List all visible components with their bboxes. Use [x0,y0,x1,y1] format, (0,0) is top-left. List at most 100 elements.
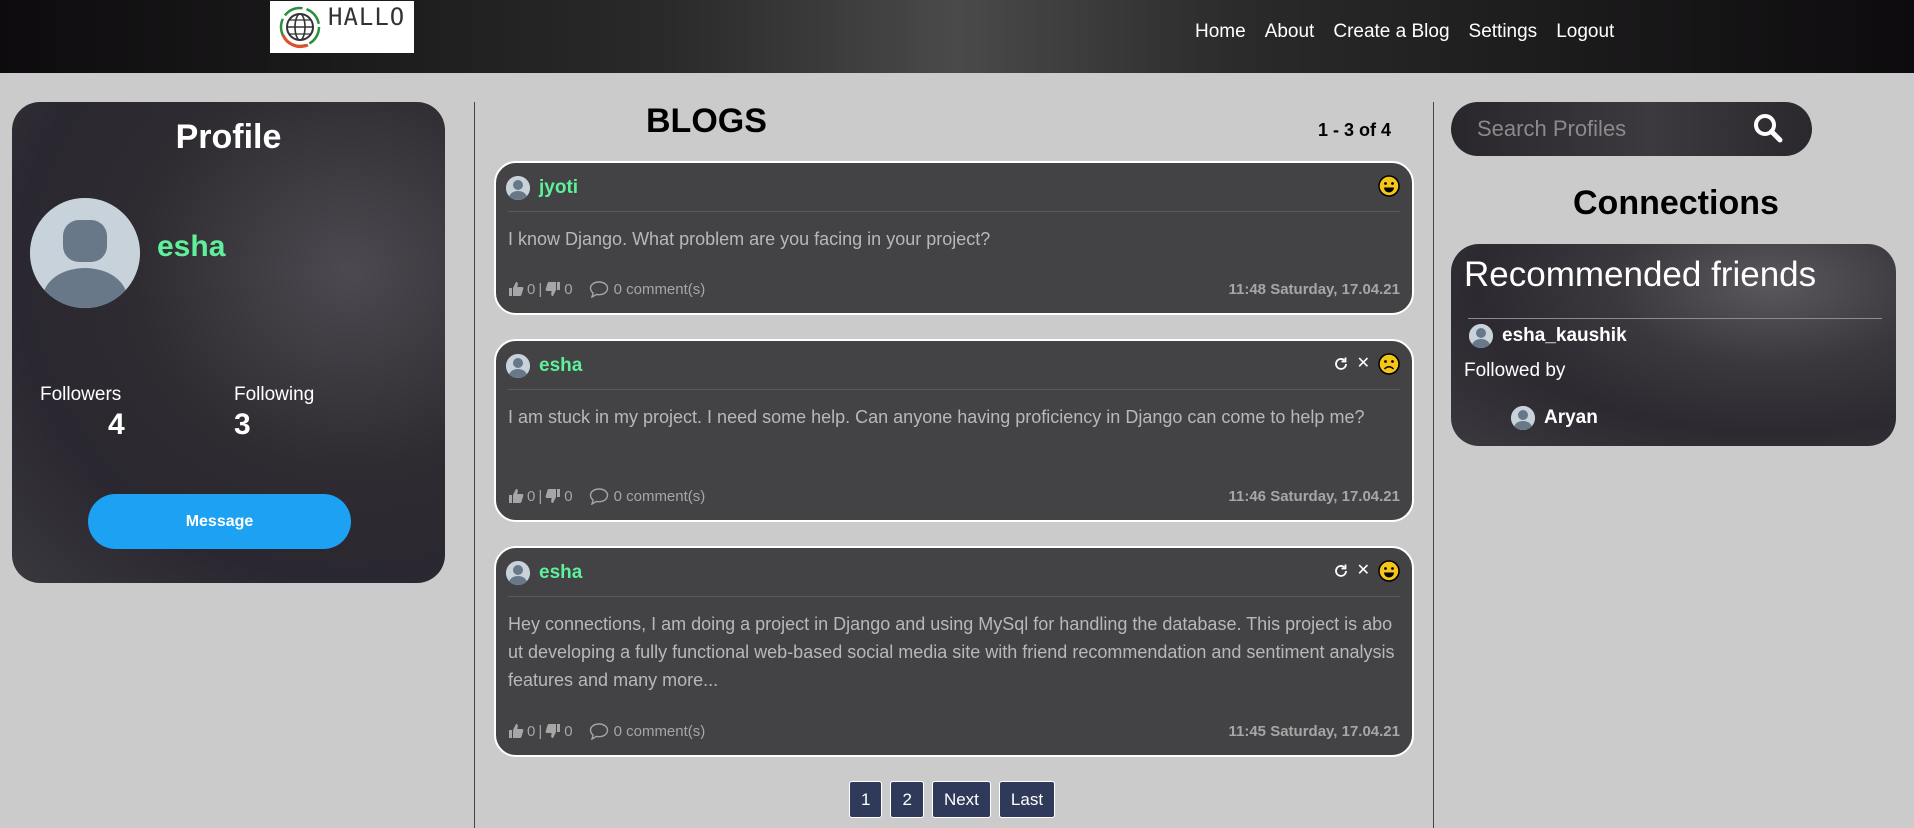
like-count: 0 [527,280,536,298]
like-separator: | [538,487,543,505]
happy-face-icon [1378,560,1400,582]
nav-create-blog-link[interactable]: Create a Blog [1333,21,1449,43]
edit-refresh-icon[interactable] [1333,563,1349,579]
blog-content: I am stuck in my project. I need some he… [508,407,1365,427]
followers-count[interactable]: 4 [108,408,125,442]
blog-actions [1378,175,1400,197]
comments-link[interactable]: 0 comment(s) [589,487,706,505]
blog-footer: 0 | 0 0 comment(s) 11:46 Saturday, 17.04… [508,486,1400,506]
followed-by-user[interactable]: Aryan [1511,406,1598,430]
comment-bubble-icon [589,487,608,505]
blog-timestamp: 11:46 Saturday, 17.04.21 [1228,487,1400,505]
nav-settings-link[interactable]: Settings [1469,21,1538,43]
nav-about-link[interactable]: About [1265,21,1315,43]
recommended-friends-card: Recommended friends esha_kaushik Followe… [1451,244,1896,446]
profile-card: Profile esha Followers 4 Following 3 Mes… [12,102,445,583]
recommended-user-name[interactable]: esha_kaushik [1502,325,1627,347]
blog-post-card: jyoti I know Django. What problem are yo… [494,161,1414,315]
blogs-title: BLOGS [646,102,767,140]
thumbs-up-icon[interactable] [508,281,524,297]
blog-footer: 0 | 0 0 comment(s) 11:45 Saturday, 17.04… [508,721,1400,741]
like-separator: | [538,722,543,740]
like-separator: | [538,280,543,298]
recommended-friends-title: Recommended friends [1464,255,1817,294]
comments-link[interactable]: 0 comment(s) [589,280,706,298]
edit-refresh-icon[interactable] [1333,356,1349,372]
like-count: 0 [527,722,536,740]
following-count[interactable]: 3 [234,408,251,442]
profile-username[interactable]: esha [157,230,225,264]
search-profiles-input[interactable] [1477,114,1737,144]
profile-avatar[interactable] [30,198,140,308]
following-label[interactable]: Following [234,384,314,406]
comment-count: 0 comment(s) [613,487,706,505]
globe-logo-icon [279,6,321,49]
left-divider [474,102,475,828]
follower-name[interactable]: Aryan [1544,407,1598,429]
blog-post-card: esha ✕ Hey connections, I am doing a pro… [494,546,1414,757]
connections-title: Connections [1573,184,1779,222]
profile-title: Profile [175,118,282,156]
blog-divider [508,596,1400,597]
dislike-count: 0 [564,280,573,298]
nav-logout-link[interactable]: Logout [1556,21,1614,43]
thumbs-down-icon[interactable] [545,281,561,297]
site-logo[interactable]: HALLO [270,1,414,53]
blog-post-header: esha [506,353,582,379]
delete-icon[interactable]: ✕ [1357,356,1370,372]
page-1-button[interactable]: 1 [849,781,883,818]
delete-icon[interactable]: ✕ [1357,563,1370,579]
pagination: 1 2 Next Last [849,781,1056,818]
blog-range-count: 1 - 3 of 4 [1318,120,1392,140]
blog-post-header: jyoti [506,175,578,201]
blog-actions: ✕ [1333,560,1400,582]
user-avatar-icon [30,198,140,308]
dislike-count: 0 [564,722,573,740]
recommended-user[interactable]: esha_kaushik [1469,324,1627,348]
blog-author-name[interactable]: jyoti [539,177,578,199]
comment-bubble-icon [589,280,608,298]
search-icon[interactable] [1752,112,1784,144]
comments-link[interactable]: 0 comment(s) [589,722,706,740]
blog-author-name[interactable]: esha [539,562,582,584]
nav-home-link[interactable]: Home [1195,21,1246,43]
blog-divider [508,211,1400,212]
followers-label[interactable]: Followers [40,384,121,406]
logo-text: HALLO [328,3,406,31]
blog-author-name[interactable]: esha [539,355,582,377]
comment-bubble-icon [589,722,608,740]
blog-footer: 0 | 0 0 comment(s) 11:48 Saturday, 17.04… [508,279,1400,299]
comment-count: 0 comment(s) [613,722,706,740]
blog-content: I know Django. What problem are you faci… [508,229,991,249]
comment-count: 0 comment(s) [613,280,706,298]
right-divider [1433,102,1434,828]
thumbs-down-icon[interactable] [545,723,561,739]
blog-content: Hey connections, I am doing a project in… [508,614,1395,690]
author-avatar-icon[interactable] [506,176,530,200]
follower-avatar-icon [1511,406,1535,430]
blog-timestamp: 11:45 Saturday, 17.04.21 [1228,722,1400,740]
author-avatar-icon[interactable] [506,354,530,378]
recommended-user-avatar-icon [1469,324,1493,348]
page-2-button[interactable]: 2 [890,781,924,818]
thumbs-up-icon[interactable] [508,488,524,504]
thumbs-up-icon[interactable] [508,723,524,739]
top-navbar: HALLO Home About Create a Blog Settings … [0,0,1914,73]
blog-actions: ✕ [1333,353,1400,375]
blog-post-header: esha [506,560,582,586]
happy-face-icon [1378,175,1400,197]
followed-by-label: Followed by [1464,360,1566,381]
author-avatar-icon[interactable] [506,561,530,585]
nav-links: Home About Create a Blog Settings Logout [1195,21,1633,43]
message-button[interactable]: Message [88,494,351,549]
sad-face-icon [1378,353,1400,375]
blog-divider [508,389,1400,390]
blog-post-card: esha ✕ I am stuck in my project. I need … [494,339,1414,522]
like-count: 0 [527,487,536,505]
recommended-divider [1468,318,1882,319]
last-page-button[interactable]: Last [998,781,1056,818]
blog-timestamp: 11:48 Saturday, 17.04.21 [1228,280,1400,298]
next-page-button[interactable]: Next [931,781,991,818]
thumbs-down-icon[interactable] [545,488,561,504]
dislike-count: 0 [564,487,573,505]
